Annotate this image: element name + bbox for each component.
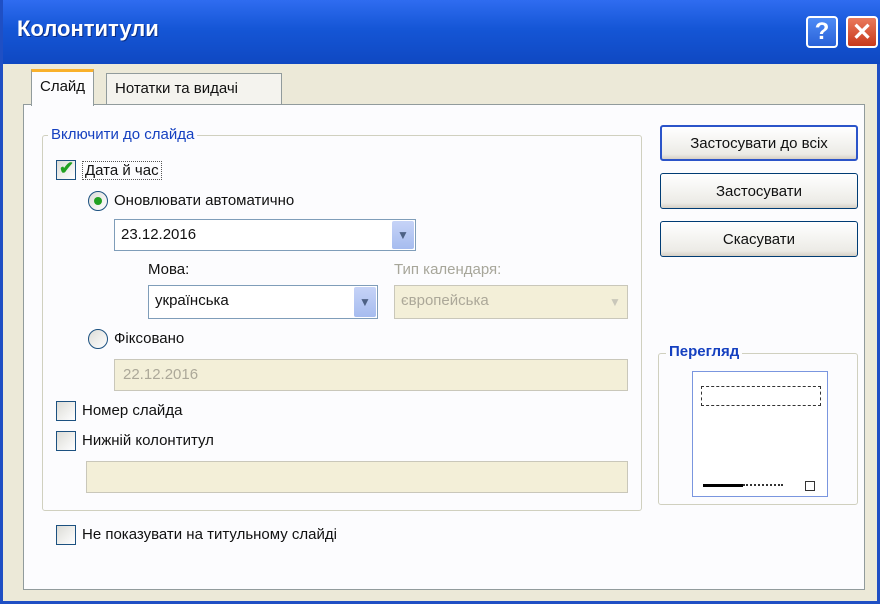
fixed-radio[interactable]: [88, 329, 108, 349]
apply-label: Застосувати: [715, 182, 802, 200]
tab-notes-handouts[interactable]: Нотатки та видачі: [106, 73, 282, 107]
radio-dot-icon: [94, 197, 102, 205]
slide-number-label[interactable]: Номер слайда: [82, 402, 182, 419]
tab-slide-label: Слайд: [40, 78, 86, 95]
cancel-label: Скасувати: [722, 230, 796, 248]
title-bar[interactable]: Колонтитули ? ✕: [3, 0, 880, 64]
language-label: Мова:: [148, 261, 190, 278]
footer-text-input: [86, 461, 628, 493]
preview-number-placeholder: [805, 481, 815, 491]
date-time-label[interactable]: Дата й час: [82, 161, 162, 180]
chevron-down-icon[interactable]: ▼: [354, 287, 376, 317]
calendar-type-select: європейська ▼: [394, 285, 628, 319]
apply-button[interactable]: Застосувати: [660, 173, 858, 209]
tab-page: Включити до слайда ✔ Дата й час Оновлюва…: [23, 104, 865, 590]
dialog-window: Колонтитули ? ✕ Слайд Нотатки та видачі …: [0, 0, 880, 604]
language-select[interactable]: українська ▼: [148, 285, 378, 319]
auto-update-radio[interactable]: [88, 191, 108, 211]
auto-date-select[interactable]: 23.12.2016 ▼: [114, 219, 416, 251]
footer-checkbox[interactable]: [56, 431, 76, 451]
fixed-date-input: 22.12.2016: [114, 359, 628, 391]
preview-legend: Перегляд: [666, 343, 743, 360]
fixed-label[interactable]: Фіксовано: [114, 330, 184, 347]
dialog-client: Слайд Нотатки та видачі Включити до слай…: [9, 64, 877, 601]
preview-thumbnail: [692, 371, 828, 497]
cancel-button[interactable]: Скасувати: [660, 221, 858, 257]
calendar-type-label: Тип календаря:: [394, 261, 502, 278]
hide-on-title-label[interactable]: Не показувати на титульному слайді: [82, 526, 337, 543]
slide-number-checkbox[interactable]: [56, 401, 76, 421]
checkmark-icon: ✔: [59, 158, 75, 178]
preview-date-placeholder: [701, 386, 821, 406]
calendar-type-value: європейська: [401, 292, 489, 309]
help-icon: ?: [814, 18, 830, 45]
hide-on-title-checkbox[interactable]: [56, 525, 76, 545]
auto-date-value: 23.12.2016: [121, 226, 197, 243]
apply-all-label: Застосувати до всіх: [690, 134, 828, 152]
preview-footer-dots: [743, 484, 783, 486]
close-button[interactable]: ✕: [846, 16, 878, 48]
include-group-legend: Включити до слайда: [48, 126, 198, 143]
help-button[interactable]: ?: [806, 16, 838, 48]
close-icon: ✕: [851, 18, 873, 46]
language-value: українська: [155, 292, 229, 309]
chevron-down-icon[interactable]: ▼: [392, 221, 414, 249]
window-title: Колонтитули: [17, 16, 159, 41]
footer-label[interactable]: Нижній колонтитул: [82, 432, 214, 449]
tab-slide[interactable]: Слайд: [31, 69, 95, 106]
apply-all-button[interactable]: Застосувати до всіх: [660, 125, 858, 161]
fixed-date-value: 22.12.2016: [123, 366, 199, 383]
tab-notes-label: Нотатки та видачі: [115, 80, 239, 97]
date-time-checkbox[interactable]: ✔: [56, 158, 76, 180]
preview-footer-placeholder: [703, 484, 743, 487]
chevron-down-icon: ▼: [604, 287, 626, 317]
auto-update-label[interactable]: Оновлювати автоматично: [114, 192, 294, 209]
